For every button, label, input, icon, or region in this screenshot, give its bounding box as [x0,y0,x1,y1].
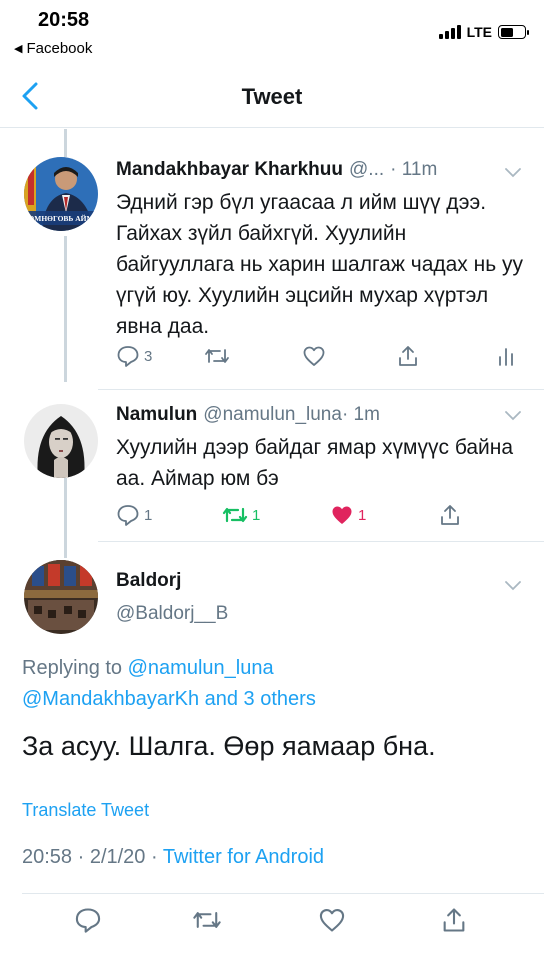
share-icon [441,505,459,525]
back-triangle-icon: ◀ [14,43,23,55]
back-app-label: Facebook [26,40,93,57]
share-icon [399,346,417,366]
share-button[interactable] [396,344,420,368]
divider [98,541,544,542]
retweet-button[interactable]: 1 [222,503,260,527]
battery-icon [498,25,529,39]
status-indicators: LTE [438,24,529,40]
avatar-image [24,404,98,478]
divider [22,893,544,894]
reply-icon [117,505,139,526]
avatar[interactable] [24,404,98,478]
author-handle[interactable]: @Baldorj__B [116,603,228,625]
reply-button[interactable]: 1 [116,503,152,527]
tweet-text: За асуу. Шалга. Өөр яамаар бна. [22,731,436,761]
like-button[interactable]: 1 [330,503,366,527]
analytics-button[interactable] [496,344,516,368]
author-name[interactable]: Baldorj [116,570,181,592]
tweet-timestamp: 20:58 · 2/1/20 · [22,846,163,868]
avatar-banner: ӨМНӨГОВЬ АЙМ [28,214,93,223]
avatar[interactable]: ӨМНӨГОВЬ АЙМ [24,157,98,231]
chevron-down-icon[interactable] [504,580,522,592]
reply-icon [117,346,139,367]
like-count: 1 [358,506,367,524]
author-handle[interactable]: @namulun_luna [203,404,342,426]
tweet-meta: 20:58 · 2/1/20 · Twitter for Android [22,846,324,869]
page-title: Tweet [241,84,303,109]
heart-icon [303,346,325,366]
reply-count: 3 [144,347,153,365]
retweet-count: 1 [252,506,261,524]
status-time: 20:58 [38,9,90,31]
network-label: LTE [466,24,492,40]
reply-mention-link[interactable]: @namulun_luna [128,657,274,679]
back-to-app-link[interactable]: ◀ Facebook [14,40,92,57]
author-name[interactable]: Mandakhbayar Kharkhuu [116,159,343,181]
reply-button[interactable] [74,906,102,934]
tweet-header: Mandakhbayar Kharkhuu @... · 11m [116,159,437,181]
thread-tweet[interactable]: ӨМНӨГОВЬ АЙМ Mandakhbayar Kharkhuu @... … [0,129,544,389]
avatar[interactable] [24,560,98,634]
thread-tweet[interactable]: Namulun @namulun_luna · 1m Хуулийн дээр … [0,390,544,540]
analytics-icon [499,348,513,366]
retweet-button[interactable] [204,344,230,368]
share-icon [443,908,465,932]
retweet-icon [193,912,221,928]
chevron-down-icon[interactable] [504,167,522,179]
avatar-image [24,560,98,634]
svg-text:ӨМНӨГОВЬ АЙМ: ӨМНӨГОВЬ АЙМ [28,214,93,223]
reply-count: 1 [144,506,153,524]
tweet-time: · 1m [341,404,380,425]
tweet-source-link[interactable]: Twitter for Android [163,846,324,868]
author-handle[interactable]: @... [349,159,384,181]
replying-prefix: Replying to [22,657,128,679]
retweet-button[interactable] [192,906,222,934]
reply-mentions-link[interactable]: @MandakhbayarKh and 3 others [22,688,316,710]
like-button[interactable] [302,344,326,368]
author-name[interactable]: Namulun [116,404,197,426]
signal-icon [438,25,461,39]
nav-bar: Tweet [0,64,544,128]
heart-icon [319,909,345,932]
tweet-text: Хуулийн дээр байдаг ямар хүмүүс байна аа… [116,436,514,490]
retweet-icon [222,507,248,523]
reply-button[interactable]: 3 [116,344,152,368]
heart-filled-icon [332,506,352,524]
tweet-actions: 3 [116,344,536,374]
share-button[interactable] [440,906,468,934]
status-bar: 20:58 ◀ Facebook LTE [0,0,544,64]
tweet-text: Эдний гэр бүл угаасаа л ийм шүү дээ. Гай… [116,191,524,338]
reply-icon [75,908,101,933]
share-button[interactable] [438,503,462,527]
tweet-header: Namulun @namulun_luna · 1m [116,404,380,426]
replying-to: Replying to @namulun_luna @MandakhbayarK… [22,653,522,715]
translate-tweet-link[interactable]: Translate Tweet [22,800,149,821]
tweet-actions: 1 1 1 [116,503,536,533]
chevron-down-icon[interactable] [504,410,522,422]
retweet-icon [205,349,229,363]
main-tweet-actions [0,904,544,944]
like-button[interactable] [318,906,346,934]
tweet-time: · 11m [390,159,438,180]
